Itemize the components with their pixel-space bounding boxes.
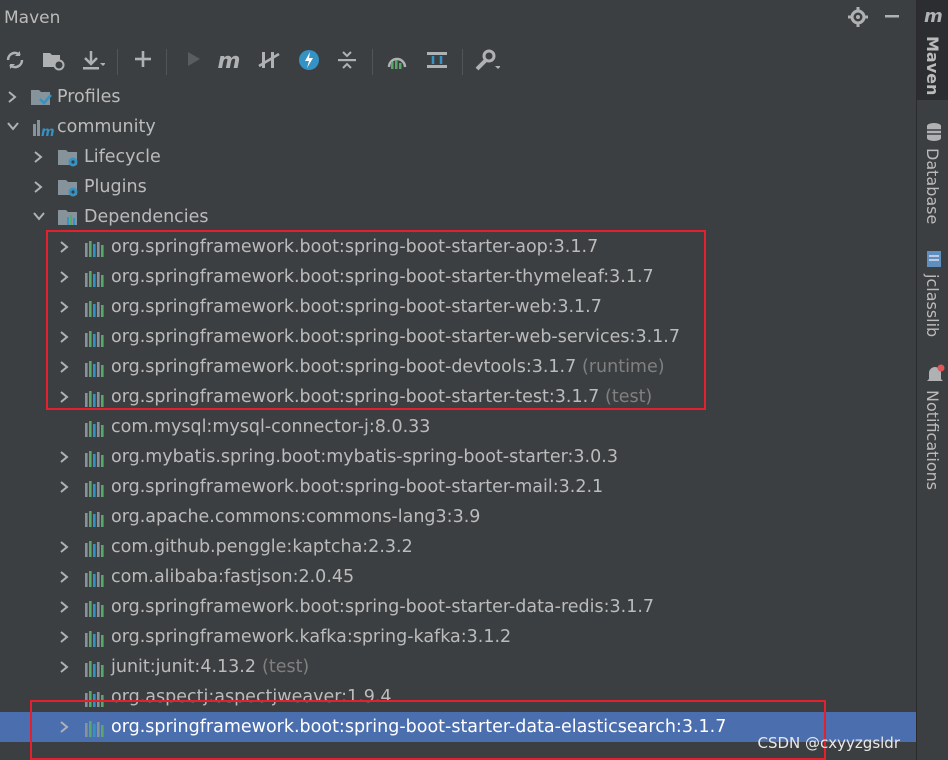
- tool-window-header: Maven: [0, 0, 916, 38]
- skip-tests-icon[interactable]: [296, 49, 322, 75]
- watermark: CSDN @cxyyzgsldr: [757, 734, 900, 752]
- dependencies-label: Dependencies: [84, 207, 209, 227]
- dependency-row[interactable]: org.springframework.boot:spring-boot-sta…: [0, 592, 916, 622]
- dependency-label: com.alibaba:fastjson:2.0.45: [111, 567, 355, 587]
- chevron-right-icon[interactable]: [30, 142, 46, 172]
- minimize-icon[interactable]: [880, 6, 904, 30]
- dependency-row[interactable]: org.apache.commons:commons-lang3:3.9: [0, 502, 916, 532]
- library-icon: [84, 538, 104, 557]
- plugins-folder-icon: [57, 178, 78, 197]
- toolbar-separator: [372, 49, 373, 75]
- tree-node-project[interactable]: m community: [0, 112, 916, 142]
- dependency-label: junit:junit:4.13.2: [111, 657, 256, 677]
- chevron-down-icon[interactable]: [30, 202, 46, 232]
- library-icon: [84, 478, 104, 497]
- library-icon: [84, 598, 104, 617]
- dependency-label: org.springframework.kafka:spring-kafka:3…: [111, 627, 512, 647]
- dependency-label: org.springframework.boot:spring-boot-sta…: [111, 477, 604, 497]
- add-icon[interactable]: [130, 49, 156, 75]
- toolbar-separator: [166, 49, 167, 75]
- highlight-box: [46, 230, 706, 410]
- jclasslib-tab-label: jclasslib: [923, 274, 942, 338]
- dependency-label: org.apache.commons:commons-lang3:3.9: [111, 507, 481, 527]
- gear-icon[interactable]: [846, 6, 870, 30]
- toolbar-separator: [462, 49, 463, 75]
- show-diagram-icon[interactable]: [424, 49, 450, 75]
- plugins-label: Plugins: [84, 177, 147, 197]
- profiles-label: Profiles: [57, 87, 121, 107]
- chevron-down-icon[interactable]: [4, 112, 20, 142]
- maven-toolbar: m: [0, 41, 916, 81]
- dependency-row[interactable]: org.springframework.kafka:spring-kafka:3…: [0, 622, 916, 652]
- maven-tab-icon: m: [924, 6, 943, 27]
- maven-tool-window: Maven m Profiles m community Lifecycle P…: [0, 0, 916, 760]
- profiles-icon: [30, 88, 52, 106]
- download-icon[interactable]: [80, 49, 106, 75]
- tree-node-profiles[interactable]: Profiles: [0, 82, 916, 112]
- toolbar-separator: [117, 49, 118, 75]
- chevron-right-icon[interactable]: [56, 472, 72, 502]
- tree-node-dependencies[interactable]: Dependencies: [0, 202, 916, 232]
- svg-text:m: m: [41, 125, 54, 138]
- chevron-right-icon[interactable]: [30, 172, 46, 202]
- library-icon: [84, 418, 104, 437]
- dependency-label: org.springframework.boot:spring-boot-sta…: [111, 597, 655, 617]
- dependency-row[interactable]: com.mysql:mysql-connector-j:8.0.33: [0, 412, 916, 442]
- generate-sources-icon[interactable]: [40, 49, 66, 75]
- lifecycle-folder-icon: [57, 148, 78, 167]
- library-icon: [84, 448, 104, 467]
- chevron-right-icon[interactable]: [56, 532, 72, 562]
- chevron-right-icon[interactable]: [56, 562, 72, 592]
- chevron-right-icon[interactable]: [4, 82, 20, 112]
- library-icon: [84, 508, 104, 527]
- chevron-right-icon[interactable]: [56, 622, 72, 652]
- dependencies-folder-icon: [57, 208, 77, 226]
- dependency-label: org.mybatis.spring.boot:mybatis-spring-b…: [111, 447, 618, 467]
- maven-tab-active[interactable]: m Maven: [917, 0, 948, 100]
- library-icon: [84, 568, 104, 587]
- analyze-dependencies-icon[interactable]: [384, 49, 410, 75]
- jclasslib-icon: [926, 250, 942, 272]
- collapse-icon[interactable]: [334, 49, 360, 75]
- dependency-row[interactable]: com.github.penggle:kaptcha:2.3.2: [0, 532, 916, 562]
- dependency-scope: (test): [262, 657, 310, 677]
- dependency-row[interactable]: junit:junit:4.13.2 (test): [0, 652, 916, 682]
- lifecycle-label: Lifecycle: [84, 147, 161, 167]
- database-icon: [925, 122, 943, 146]
- dependency-label: com.mysql:mysql-connector-j:8.0.33: [111, 417, 431, 437]
- library-icon: [84, 658, 104, 677]
- dependency-row[interactable]: org.springframework.boot:spring-boot-sta…: [0, 472, 916, 502]
- dependency-row[interactable]: org.mybatis.spring.boot:mybatis-spring-b…: [0, 442, 916, 472]
- project-label: community: [57, 117, 156, 137]
- right-tool-strip: m Maven Database jclasslib Notifications: [916, 0, 948, 760]
- chevron-right-icon[interactable]: [56, 592, 72, 622]
- database-tab-label: Database: [923, 148, 942, 225]
- maven-project-icon: m: [32, 118, 55, 140]
- dependency-row[interactable]: com.alibaba:fastjson:2.0.45: [0, 562, 916, 592]
- notifications-tab-label: Notifications: [923, 390, 942, 491]
- dependency-label: com.github.penggle:kaptcha:2.3.2: [111, 537, 413, 557]
- maven-tab-label: Maven: [923, 36, 942, 96]
- library-icon: [84, 628, 104, 647]
- toggle-offline-icon[interactable]: [256, 49, 282, 75]
- wrench-icon[interactable]: [474, 49, 501, 75]
- bell-icon: [925, 364, 945, 388]
- chevron-right-icon[interactable]: [56, 442, 72, 472]
- chevron-right-icon[interactable]: [56, 652, 72, 682]
- highlight-box: [30, 700, 826, 760]
- reload-icon[interactable]: [2, 49, 28, 75]
- tree-node-lifecycle[interactable]: Lifecycle: [0, 142, 916, 172]
- execute-goal-icon[interactable]: m: [216, 49, 242, 75]
- run-icon[interactable]: [180, 49, 206, 75]
- tree-node-plugins[interactable]: Plugins: [0, 172, 916, 202]
- tool-window-title: Maven: [4, 8, 61, 28]
